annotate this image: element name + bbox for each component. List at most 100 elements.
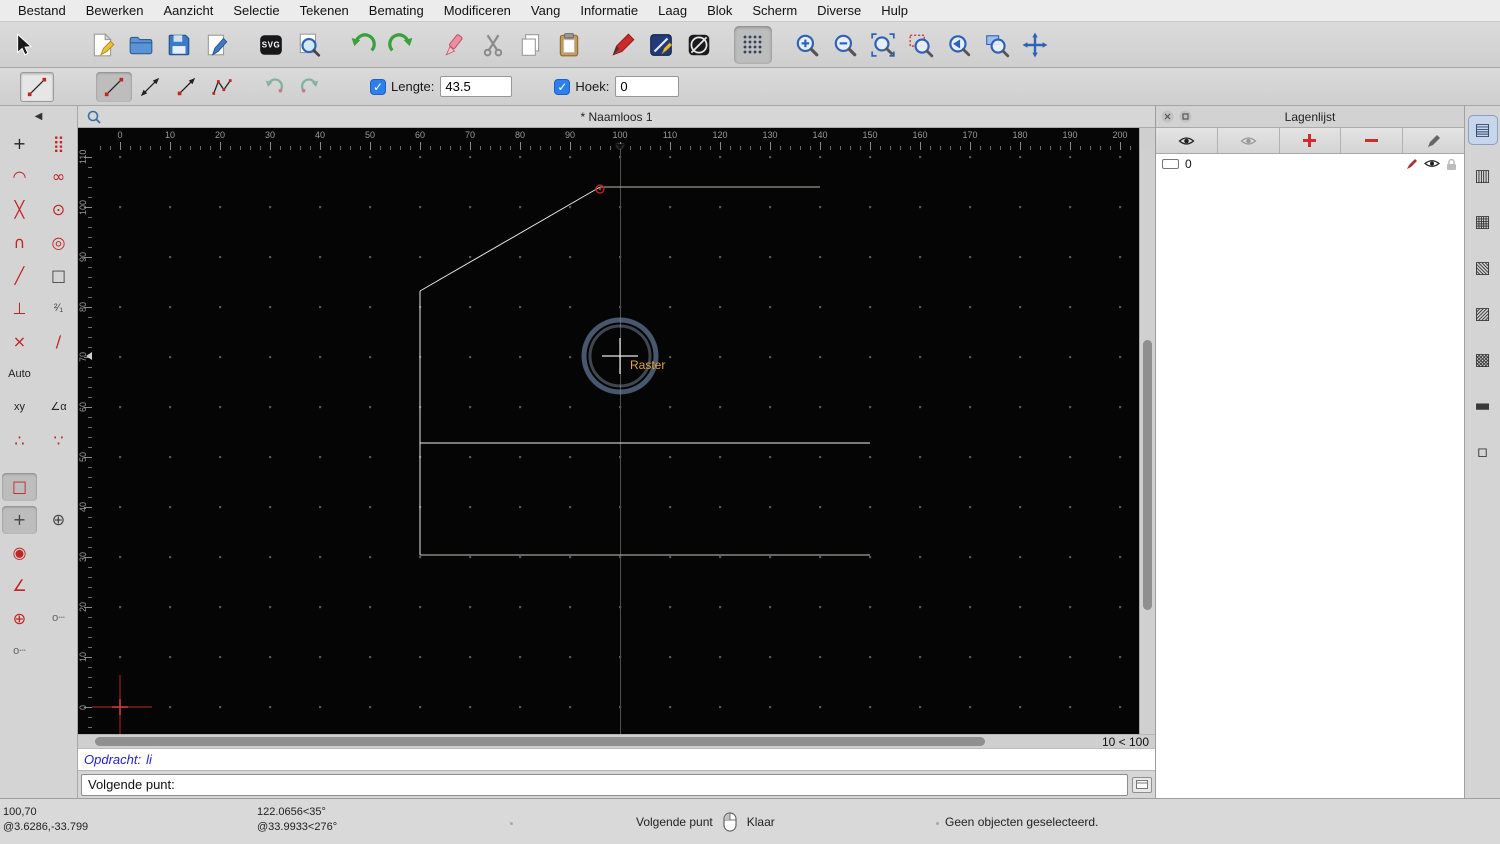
length-checkbox[interactable]: ✓: [370, 78, 386, 95]
snap-entity-box-button[interactable]: □: [41, 262, 76, 290]
line-angle-button[interactable]: [132, 72, 168, 102]
snap-endpoints-button[interactable]: ◠: [2, 163, 37, 191]
edit-layer-button[interactable]: [1403, 128, 1464, 153]
command-line-toggle-button[interactable]: [1132, 776, 1152, 793]
hide-all-layers-button[interactable]: [1217, 128, 1280, 153]
snap-grid-button[interactable]: ⣿: [41, 130, 76, 158]
coordinate-polar-button[interactable]: ∠α: [41, 394, 76, 422]
snap-center-button[interactable]: ⊙: [41, 196, 76, 224]
horizontal-scrollbar[interactable]: 10 < 100: [78, 734, 1155, 749]
drawing-preferences-button[interactable]: [642, 26, 680, 64]
zoom-window-button[interactable]: [978, 26, 1016, 64]
block-list-panel-button[interactable]: ▦: [1469, 208, 1497, 236]
new-drawing-button[interactable]: [84, 26, 122, 64]
relative-cartesian-button[interactable]: ∴: [2, 427, 37, 455]
menu-item[interactable]: Selectie: [223, 0, 289, 21]
cut-button[interactable]: [474, 26, 512, 64]
snap-tangential-button[interactable]: ∩: [2, 229, 37, 257]
menu-item[interactable]: Vang: [521, 0, 570, 21]
snap-angle-button[interactable]: ∠: [2, 572, 37, 600]
undo-segment-button[interactable]: [256, 72, 292, 102]
ray-button[interactable]: [168, 72, 204, 102]
auto-zoom-button[interactable]: [864, 26, 902, 64]
restrict-none-button[interactable]: □: [2, 472, 37, 501]
erase-button[interactable]: [436, 26, 474, 64]
relative-polar-button[interactable]: ∵: [41, 427, 76, 455]
library-browser-panel-button[interactable]: ▩: [1469, 346, 1497, 374]
zoom-selection-button[interactable]: [902, 26, 940, 64]
close-panel-icon[interactable]: [1161, 110, 1174, 123]
menu-item[interactable]: Bestand: [8, 0, 76, 21]
snap-middle-button[interactable]: ╱: [2, 262, 37, 290]
menu-item[interactable]: Aanzicht: [154, 0, 224, 21]
svg-export-button[interactable]: SVG: [252, 26, 290, 64]
menu-item[interactable]: Laag: [648, 0, 697, 21]
restrict-orthogonal-button[interactable]: +: [2, 505, 37, 534]
vertical-scrollbar[interactable]: [1139, 150, 1155, 734]
layer-lock-icon[interactable]: [1445, 157, 1458, 171]
menu-item[interactable]: Tekenen: [290, 0, 359, 21]
angle-checkbox[interactable]: ✓: [554, 78, 571, 95]
selection-tool-button[interactable]: [4, 26, 42, 64]
set-relative-zero-button[interactable]: ⊕: [2, 605, 37, 633]
layer-visibility-eye-icon[interactable]: [1424, 158, 1440, 169]
snap-free-button[interactable]: +: [2, 130, 37, 158]
snap-distance-button[interactable]: ²∕₁: [41, 295, 76, 323]
copy-button[interactable]: [512, 26, 550, 64]
paste-button[interactable]: [550, 26, 588, 64]
angle-input[interactable]: [615, 76, 680, 97]
snap-auto-button[interactable]: Auto: [2, 361, 37, 389]
pen-properties-button[interactable]: [604, 26, 642, 64]
pan-button[interactable]: [1016, 26, 1054, 64]
polyline-button[interactable]: [204, 72, 240, 102]
zoom-out-button[interactable]: [826, 26, 864, 64]
property-editor-panel-button[interactable]: ▤: [1467, 115, 1498, 145]
edit-drawing-button[interactable]: [198, 26, 236, 64]
redo-segment-button[interactable]: [292, 72, 328, 102]
grid-toggle-button[interactable]: [734, 25, 772, 64]
print-preview-button[interactable]: [290, 26, 328, 64]
selection-filter-panel-button[interactable]: ▨: [1469, 300, 1497, 328]
length-input[interactable]: [440, 76, 513, 97]
detach-panel-icon[interactable]: [1179, 110, 1192, 123]
menu-item[interactable]: Blok: [697, 0, 742, 21]
menu-item[interactable]: Diverse: [807, 0, 871, 21]
relative-zero-key-button[interactable]: o┄: [2, 638, 37, 666]
layer-edit-pencil-icon[interactable]: [1406, 157, 1419, 170]
menu-item[interactable]: Modificeren: [434, 0, 521, 21]
palette-collapse-button[interactable]: ◀: [0, 108, 77, 126]
menu-item[interactable]: Scherm: [742, 0, 807, 21]
lock-relative-zero-button[interactable]: o┄: [41, 605, 76, 633]
drawing-canvas[interactable]: Raster: [92, 150, 1139, 734]
clipboard-panel-button[interactable]: ▫: [1469, 438, 1497, 466]
menu-item[interactable]: Informatie: [570, 0, 648, 21]
snap-intersection-button[interactable]: ╳: [2, 196, 37, 224]
show-all-layers-button[interactable]: [1156, 128, 1218, 153]
menu-item[interactable]: Bewerken: [76, 0, 154, 21]
draft-mode-button[interactable]: [680, 26, 718, 64]
restrict-vertical-button[interactable]: ◉: [2, 539, 37, 567]
horizontal-scroll-thumb[interactable]: [95, 737, 985, 746]
remove-layer-button[interactable]: [1341, 128, 1404, 153]
add-layer-button[interactable]: [1279, 128, 1342, 153]
vertical-scroll-thumb[interactable]: [1143, 340, 1152, 610]
layer-row[interactable]: 0: [1156, 154, 1464, 173]
layer-list-panel-button[interactable]: ▥: [1469, 162, 1497, 190]
open-drawing-button[interactable]: [122, 26, 160, 64]
menu-item[interactable]: Hulp: [871, 0, 918, 21]
save-drawing-button[interactable]: [160, 26, 198, 64]
view-list-panel-button[interactable]: ▧: [1469, 254, 1497, 282]
zoom-in-button[interactable]: [788, 26, 826, 64]
redo-button[interactable]: [382, 26, 420, 64]
undo-button[interactable]: [344, 26, 382, 64]
line-two-points-button[interactable]: [96, 71, 132, 102]
restrict-horizontal-button[interactable]: ⊕: [41, 506, 76, 534]
snap-polar-button[interactable]: ∕: [41, 328, 76, 356]
snap-on-entity-button[interactable]: ∞: [41, 163, 76, 191]
coordinate-cartesian-button[interactable]: xy: [2, 394, 37, 422]
snap-reference-button[interactable]: ◎: [41, 229, 76, 257]
previous-view-button[interactable]: [940, 26, 978, 64]
command-line-panel-button[interactable]: ▬: [1469, 392, 1497, 420]
snap-perpendicular-button[interactable]: ⊥: [2, 295, 37, 323]
snap-x-intersection-button[interactable]: ×: [2, 328, 37, 356]
